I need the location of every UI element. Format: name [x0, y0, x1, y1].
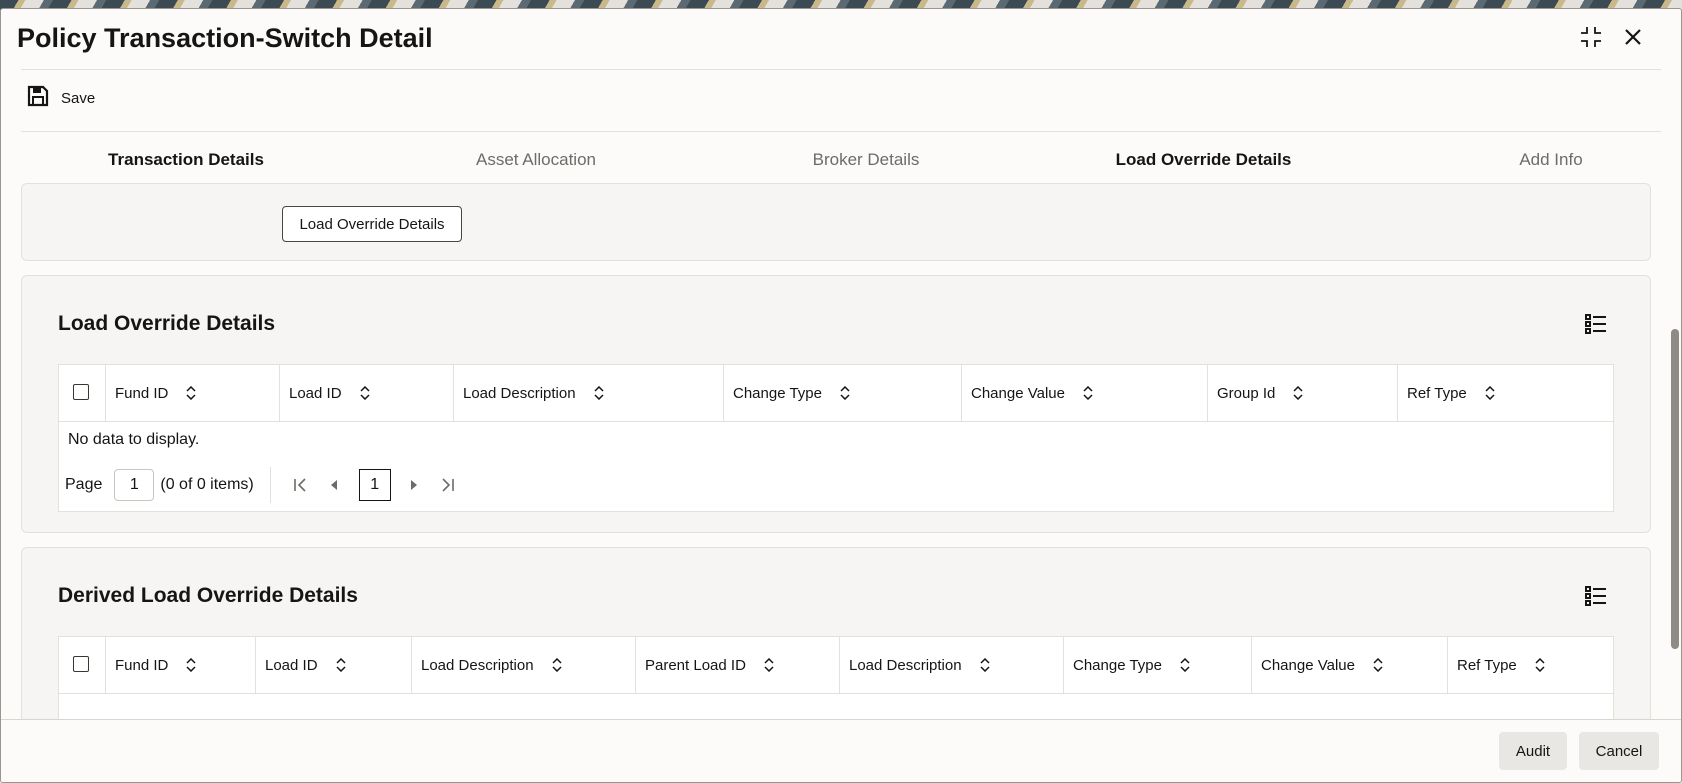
- maximize-button[interactable]: [1575, 23, 1607, 55]
- column-header-parent-load-id[interactable]: Parent Load ID: [635, 637, 839, 693]
- sort-icon[interactable]: [552, 658, 562, 672]
- previous-page-button[interactable]: [321, 470, 347, 500]
- sort-icon[interactable]: [764, 658, 774, 672]
- column-header-change-type[interactable]: Change Type: [723, 365, 961, 421]
- column-label: Fund ID: [115, 384, 169, 402]
- column-label: Change Value: [1261, 656, 1355, 674]
- column-label: Group Id: [1217, 384, 1276, 402]
- sort-icon[interactable]: [1180, 658, 1190, 672]
- column-header-ref-type[interactable]: Ref Type: [1397, 365, 1611, 421]
- page-title: Policy Transaction-Switch Detail: [17, 23, 433, 53]
- footer-bar: Audit Cancel: [1, 719, 1681, 782]
- vertical-scrollbar[interactable]: [1671, 329, 1679, 649]
- column-label: Change Type: [733, 384, 822, 402]
- sort-icon[interactable]: [1535, 658, 1545, 672]
- list-view-icon[interactable]: [1584, 312, 1608, 336]
- tab-transaction-details[interactable]: Transaction Details: [21, 132, 351, 188]
- column-header-fund-id[interactable]: Fund ID: [105, 365, 279, 421]
- sort-icon[interactable]: [186, 386, 196, 400]
- previous-page-icon: [330, 480, 337, 490]
- load-override-details-button[interactable]: Load Override Details: [282, 206, 462, 242]
- sort-icon[interactable]: [840, 386, 850, 400]
- tab-asset-allocation[interactable]: Asset Allocation: [371, 132, 701, 188]
- column-header-load-id[interactable]: Load ID: [279, 365, 453, 421]
- maximize-icon: [1578, 24, 1604, 55]
- first-page-button[interactable]: [287, 470, 313, 500]
- derived-load-override-section-title: Derived Load Override Details: [58, 584, 358, 607]
- sort-icon[interactable]: [1293, 386, 1303, 400]
- column-label: Change Type: [1073, 656, 1162, 674]
- save-label: Save: [61, 89, 96, 107]
- current-page-button[interactable]: 1: [358, 469, 391, 501]
- tab-load-override-details[interactable]: Load Override Details: [1031, 132, 1376, 190]
- sort-icon[interactable]: [360, 386, 370, 400]
- column-header-change-value[interactable]: Change Value: [961, 365, 1207, 421]
- load-override-section-title: Load Override Details: [58, 312, 276, 335]
- close-button[interactable]: [1617, 23, 1649, 55]
- save-button[interactable]: Save: [27, 85, 95, 111]
- sort-icon[interactable]: [1083, 386, 1093, 400]
- column-header-parent-load-description[interactable]: Load Description: [839, 637, 1063, 693]
- sort-icon[interactable]: [1373, 658, 1383, 672]
- column-label: Load Description: [849, 656, 962, 674]
- column-header-fund-id[interactable]: Fund ID: [105, 637, 255, 693]
- column-header-group-id[interactable]: Group Id: [1207, 365, 1397, 421]
- sort-icon[interactable]: [1485, 386, 1495, 400]
- sort-icon[interactable]: [186, 658, 196, 672]
- select-all-checkbox[interactable]: [73, 656, 89, 672]
- column-header-change-type[interactable]: Change Type: [1063, 637, 1251, 693]
- column-header-load-id[interactable]: Load ID: [255, 637, 411, 693]
- table-header: Fund ID Load ID Load Description Parent …: [59, 637, 1613, 694]
- column-label: Load Description: [421, 656, 534, 674]
- audit-button[interactable]: Audit: [1499, 732, 1567, 770]
- sort-icon[interactable]: [980, 658, 990, 672]
- column-label: Ref Type: [1457, 656, 1517, 674]
- save-icon: [27, 85, 49, 111]
- close-icon: [1623, 27, 1643, 52]
- first-page-icon: [293, 478, 306, 492]
- column-label: Change Value: [971, 384, 1065, 402]
- load-override-section: Load Override Details Fund ID Load ID Lo…: [21, 275, 1651, 533]
- last-page-button[interactable]: [435, 470, 461, 500]
- table-header: Fund ID Load ID Load Description Change …: [59, 365, 1613, 422]
- column-header-ref-type[interactable]: Ref Type: [1447, 637, 1611, 693]
- pager-divider: [269, 467, 271, 503]
- column-label: Fund ID: [115, 656, 169, 674]
- column-header-load-description[interactable]: Load Description: [453, 365, 723, 421]
- tab-bar: Transaction Details Asset Allocation Bro…: [21, 131, 1661, 190]
- load-override-table: Fund ID Load ID Load Description Change …: [58, 364, 1614, 512]
- column-label: Ref Type: [1407, 384, 1467, 402]
- header-divider: [21, 69, 1661, 70]
- page-label: Page: [65, 476, 103, 493]
- next-page-icon: [410, 480, 417, 490]
- page-number-input[interactable]: [114, 469, 155, 501]
- column-header-load-description[interactable]: Load Description: [411, 637, 635, 693]
- column-label: Load ID: [265, 656, 318, 674]
- list-view-icon[interactable]: [1584, 584, 1608, 608]
- sort-icon[interactable]: [594, 386, 604, 400]
- tab-add-info[interactable]: Add Info: [1401, 132, 1681, 188]
- select-all-checkbox[interactable]: [73, 384, 89, 400]
- column-label: Parent Load ID: [645, 656, 746, 674]
- column-header-change-value[interactable]: Change Value: [1251, 637, 1447, 693]
- pagination: Page (0 of 0 items) 1: [65, 467, 469, 503]
- column-label: Load Description: [463, 384, 576, 402]
- tab-broker-details[interactable]: Broker Details: [701, 132, 1031, 188]
- sort-icon[interactable]: [336, 658, 346, 672]
- load-override-button-panel: Load Override Details: [21, 183, 1651, 261]
- items-count: (0 of 0 items): [160, 476, 254, 493]
- last-page-icon: [442, 478, 454, 492]
- next-page-button[interactable]: [401, 470, 427, 500]
- cancel-button[interactable]: Cancel: [1579, 732, 1659, 770]
- column-label: Load ID: [289, 384, 342, 402]
- modal-window: Policy Transaction-Switch Detail Save Tr…: [0, 8, 1682, 783]
- empty-message: No data to display.: [68, 431, 200, 448]
